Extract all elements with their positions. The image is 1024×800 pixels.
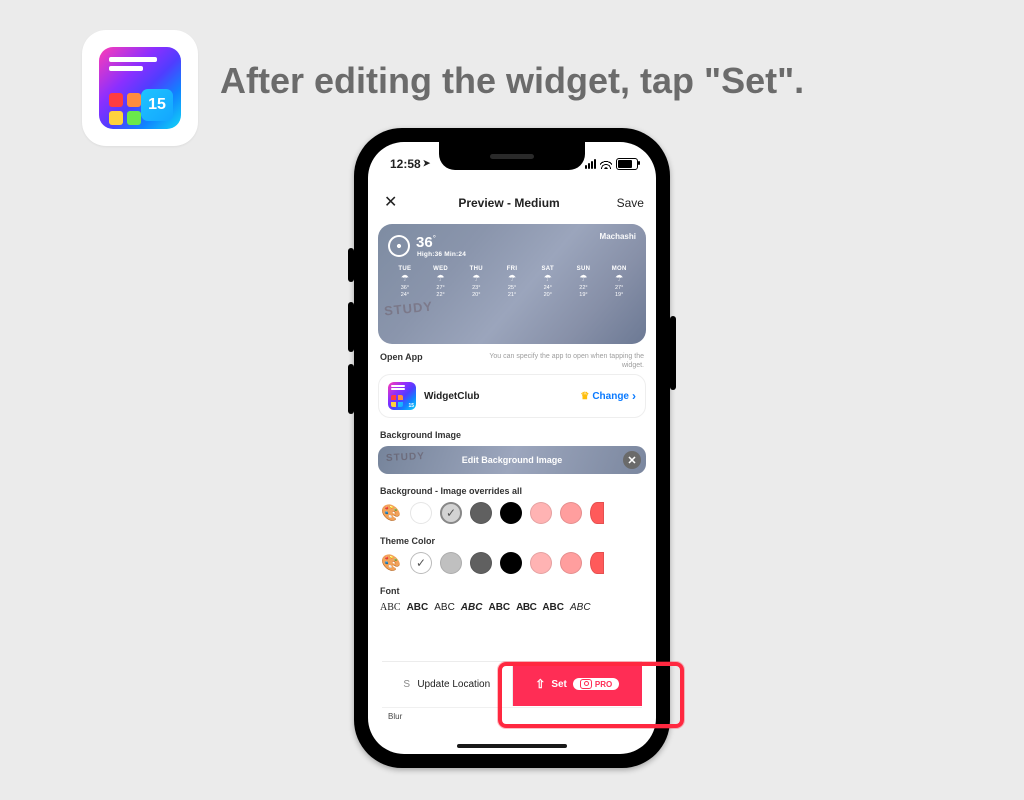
page-title: Preview - Medium [458, 196, 559, 210]
preview-bg-overlay-text: STUDY [383, 298, 433, 318]
font-option[interactable]: ABC [488, 602, 510, 613]
color-swatch[interactable] [560, 502, 582, 524]
umbrella-icon: ☂ [424, 273, 458, 284]
nav-bar: ✕ Preview - Medium Save [368, 186, 656, 220]
open-app-hint: You can specify the app to open when tap… [474, 352, 644, 370]
forecast-row: TUE☂36°24° WED☂27°22° THU☂23°20° FRI☂25°… [388, 266, 636, 298]
color-swatch-selected[interactable]: ✓ [440, 502, 462, 524]
font-options: ABC ABC ABC ABC ABC ABC ABC ABC [378, 602, 646, 619]
font-option[interactable]: ABC [407, 602, 429, 613]
instruction-text: After editing the widget, tap "Set". [220, 60, 804, 102]
font-option[interactable]: ABC [516, 602, 536, 613]
color-swatch[interactable] [500, 552, 522, 574]
umbrella-icon: ☂ [567, 273, 601, 284]
change-button[interactable]: ♛ Change › [580, 389, 636, 403]
instruction-highlight [498, 662, 684, 728]
location-arrow-icon: ➤ [423, 158, 431, 169]
color-swatch[interactable] [440, 552, 462, 574]
umbrella-icon: ☂ [495, 273, 529, 284]
chevron-right-icon: › [632, 389, 636, 403]
home-indicator[interactable] [457, 744, 567, 748]
palette-icon[interactable]: 🎨 [380, 502, 402, 524]
color-swatch[interactable] [560, 552, 582, 574]
color-swatch-selected[interactable]: ✓ [410, 552, 432, 574]
crown-icon: ♛ [580, 391, 589, 402]
background-image-label: Background Image [378, 428, 646, 446]
color-swatch[interactable] [590, 552, 604, 574]
color-swatch[interactable] [410, 502, 432, 524]
color-swatch[interactable] [590, 502, 604, 524]
umbrella-icon: ☂ [388, 273, 422, 284]
background-color-swatches: 🎨 ✓ [378, 502, 646, 534]
signal-icon [585, 159, 596, 169]
umbrella-icon: ☂ [459, 273, 493, 284]
close-button[interactable]: ✕ [380, 191, 401, 215]
preview-hilo: High:36 Min:24 [416, 251, 466, 258]
blur-label: Blur [388, 712, 402, 721]
color-swatch[interactable] [530, 552, 552, 574]
open-app-name: WidgetClub [424, 391, 479, 402]
phone-speaker [490, 154, 534, 159]
open-app-card[interactable]: 15 WidgetClub ♛ Change › [378, 374, 646, 418]
umbrella-icon: ☂ [602, 273, 636, 284]
app-icon: 15 [388, 382, 416, 410]
status-time: 12:58 [390, 157, 421, 171]
color-swatch[interactable] [470, 502, 492, 524]
color-swatch[interactable] [470, 552, 492, 574]
edit-background-image-button[interactable]: STUDY Edit Background Image ✕ [378, 446, 646, 474]
font-option[interactable]: ABC [542, 602, 564, 613]
font-option[interactable]: ABC [380, 602, 401, 613]
sun-icon [388, 235, 410, 257]
font-option[interactable]: ABC [570, 602, 591, 613]
widget-preview: Machashi STUDY 36° High:36 Min:24 TUE☂36… [378, 224, 646, 344]
phone-side-button [670, 316, 676, 390]
battery-icon [616, 158, 638, 170]
open-app-label: Open App [380, 352, 423, 362]
background-color-label: Background - Image overrides all [378, 484, 646, 502]
font-label: Font [378, 584, 646, 602]
wifi-icon [600, 159, 612, 169]
theme-color-swatches: 🎨 ✓ [378, 552, 646, 584]
update-location-button[interactable]: S Update Location [382, 662, 513, 706]
font-option[interactable]: ABC [434, 602, 455, 613]
preview-location: Machashi [600, 232, 636, 241]
app-icon-number: 15 [141, 89, 173, 121]
color-swatch[interactable] [500, 502, 522, 524]
umbrella-icon: ☂ [531, 273, 565, 284]
font-option[interactable]: ABC [461, 602, 483, 613]
color-swatch[interactable] [530, 502, 552, 524]
clear-bg-image-button[interactable]: ✕ [623, 451, 641, 469]
palette-icon[interactable]: 🎨 [380, 552, 402, 574]
save-button[interactable]: Save [617, 196, 644, 210]
app-icon: 15 [82, 30, 198, 146]
theme-color-label: Theme Color [378, 534, 646, 552]
